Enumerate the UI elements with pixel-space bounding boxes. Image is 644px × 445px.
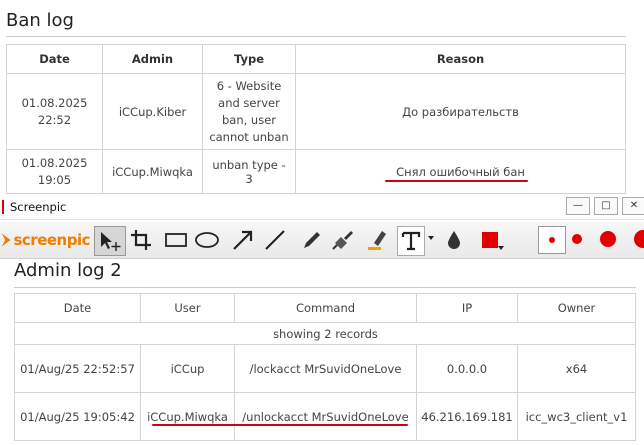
size-large-button[interactable]: [600, 231, 616, 247]
screenpic-titlebar[interactable]: Screenpic — □ ✕: [0, 195, 644, 220]
admin-log-title: Admin log 2: [14, 260, 122, 281]
close-button[interactable]: ✕: [622, 197, 644, 215]
ban-date: 01.08.2025 22:52: [6, 73, 103, 150]
crop-icon: [131, 230, 151, 250]
blur-tool[interactable]: [441, 226, 467, 254]
brush-tool[interactable]: [330, 226, 356, 254]
minimize-button[interactable]: —: [566, 197, 590, 215]
log-command: /unlockacct MrSuvidOneLove: [234, 392, 417, 441]
log-date: 01/Aug/25 19:05:42: [14, 392, 141, 441]
maximize-button[interactable]: □: [594, 197, 618, 215]
rectangle-icon: [165, 233, 187, 247]
brush-icon: [332, 231, 353, 250]
ellipse-icon: [195, 232, 219, 248]
ban-reason: Снял ошибочный бан: [295, 149, 626, 194]
column-header-admin: Admin: [102, 44, 203, 74]
log-ip: 0.0.0.0: [416, 344, 518, 393]
log-user[interactable]: iCCup.Miwqka: [140, 392, 235, 441]
crop-tool[interactable]: [128, 226, 154, 254]
column-header-owner: Owner: [517, 293, 636, 323]
pointer-move-icon: [101, 232, 121, 251]
ban-log-divider: [6, 36, 626, 37]
column-header-ip: IP: [416, 293, 518, 323]
size-small-dot: [549, 237, 555, 243]
arrow-icon: [233, 230, 253, 250]
ban-type: 6 - Website and server ban, user cannot …: [202, 73, 296, 150]
ban-log-table: Date Admin Type Reason 01.08.2025 22:52 …: [6, 44, 626, 194]
screenpic-logo-icon: [1, 233, 11, 247]
log-owner: x64: [517, 344, 636, 393]
marker-icon: [368, 231, 386, 250]
table-row: 01/Aug/25 22:52:57 iCCup /lockacct MrSuv…: [14, 344, 636, 393]
reason-highlight-underline: [385, 180, 528, 182]
line-icon: [265, 230, 285, 250]
marker-tool[interactable]: [364, 226, 390, 254]
column-header-type: Type: [202, 44, 296, 74]
ban-admin[interactable]: iCCup.Kiber: [102, 73, 203, 150]
pen-icon: [304, 232, 320, 248]
pointer-move-tool[interactable]: [94, 226, 126, 256]
log-date: 01/Aug/25 22:52:57: [14, 344, 141, 393]
text-dropdown-chevron-icon[interactable]: [428, 236, 434, 240]
ban-log-title: Ban log: [6, 10, 74, 31]
table-row: 01.08.2025 22:52 iCCup.Kiber 6 - Website…: [6, 73, 626, 150]
column-header-date: Date: [6, 44, 103, 74]
log-ip: 46.216.169.181: [416, 392, 518, 441]
ban-type: unban type - 3: [202, 149, 296, 194]
records-count: showing 2 records: [234, 322, 417, 345]
ellipse-tool[interactable]: [194, 226, 220, 254]
column-header-date: Date: [14, 293, 141, 323]
admin-log-divider: [14, 287, 636, 288]
logo-text: screenpic: [13, 231, 90, 249]
command-highlight-underline: [152, 424, 408, 426]
log-command: /lockacct MrSuvidOneLove: [234, 344, 417, 393]
column-header-reason: Reason: [295, 44, 626, 74]
column-header-command: Command: [234, 293, 417, 323]
ban-date: 01.08.2025 19:05: [6, 149, 103, 194]
text-tool[interactable]: [397, 226, 425, 256]
size-medium-button[interactable]: [572, 234, 582, 244]
screenpic-logo: screenpic: [0, 228, 90, 252]
window-title: Screenpic: [10, 200, 67, 214]
screenpic-toolbar: screenpic: [0, 222, 644, 259]
size-small-button[interactable]: [538, 226, 566, 254]
log-user[interactable]: iCCup: [140, 344, 235, 393]
table-row: 01/Aug/25 19:05:42 iCCup.Miwqka /unlocka…: [14, 392, 636, 441]
ban-admin[interactable]: iCCup.Miwqka: [102, 149, 203, 194]
app-accent-bar: [2, 200, 4, 214]
pen-tool[interactable]: [299, 226, 325, 254]
size-xlarge-button[interactable]: [634, 230, 644, 248]
color-dropdown-chevron-icon[interactable]: [498, 246, 504, 250]
table-row: 01.08.2025 19:05 iCCup.Miwqka unban type…: [6, 149, 626, 194]
text-icon: [401, 231, 421, 251]
log-owner: icc_wc3_client_v1: [517, 392, 636, 441]
rectangle-tool[interactable]: [163, 226, 189, 254]
droplet-icon: [448, 231, 460, 249]
line-tool[interactable]: [262, 226, 288, 254]
column-header-user: User: [140, 293, 235, 323]
arrow-tool[interactable]: [230, 226, 256, 254]
ban-reason: До разбирательств: [295, 73, 626, 150]
admin-log-table: Date User Command IP Owner showing 2 rec…: [14, 293, 636, 441]
color-swatch: [482, 232, 498, 248]
